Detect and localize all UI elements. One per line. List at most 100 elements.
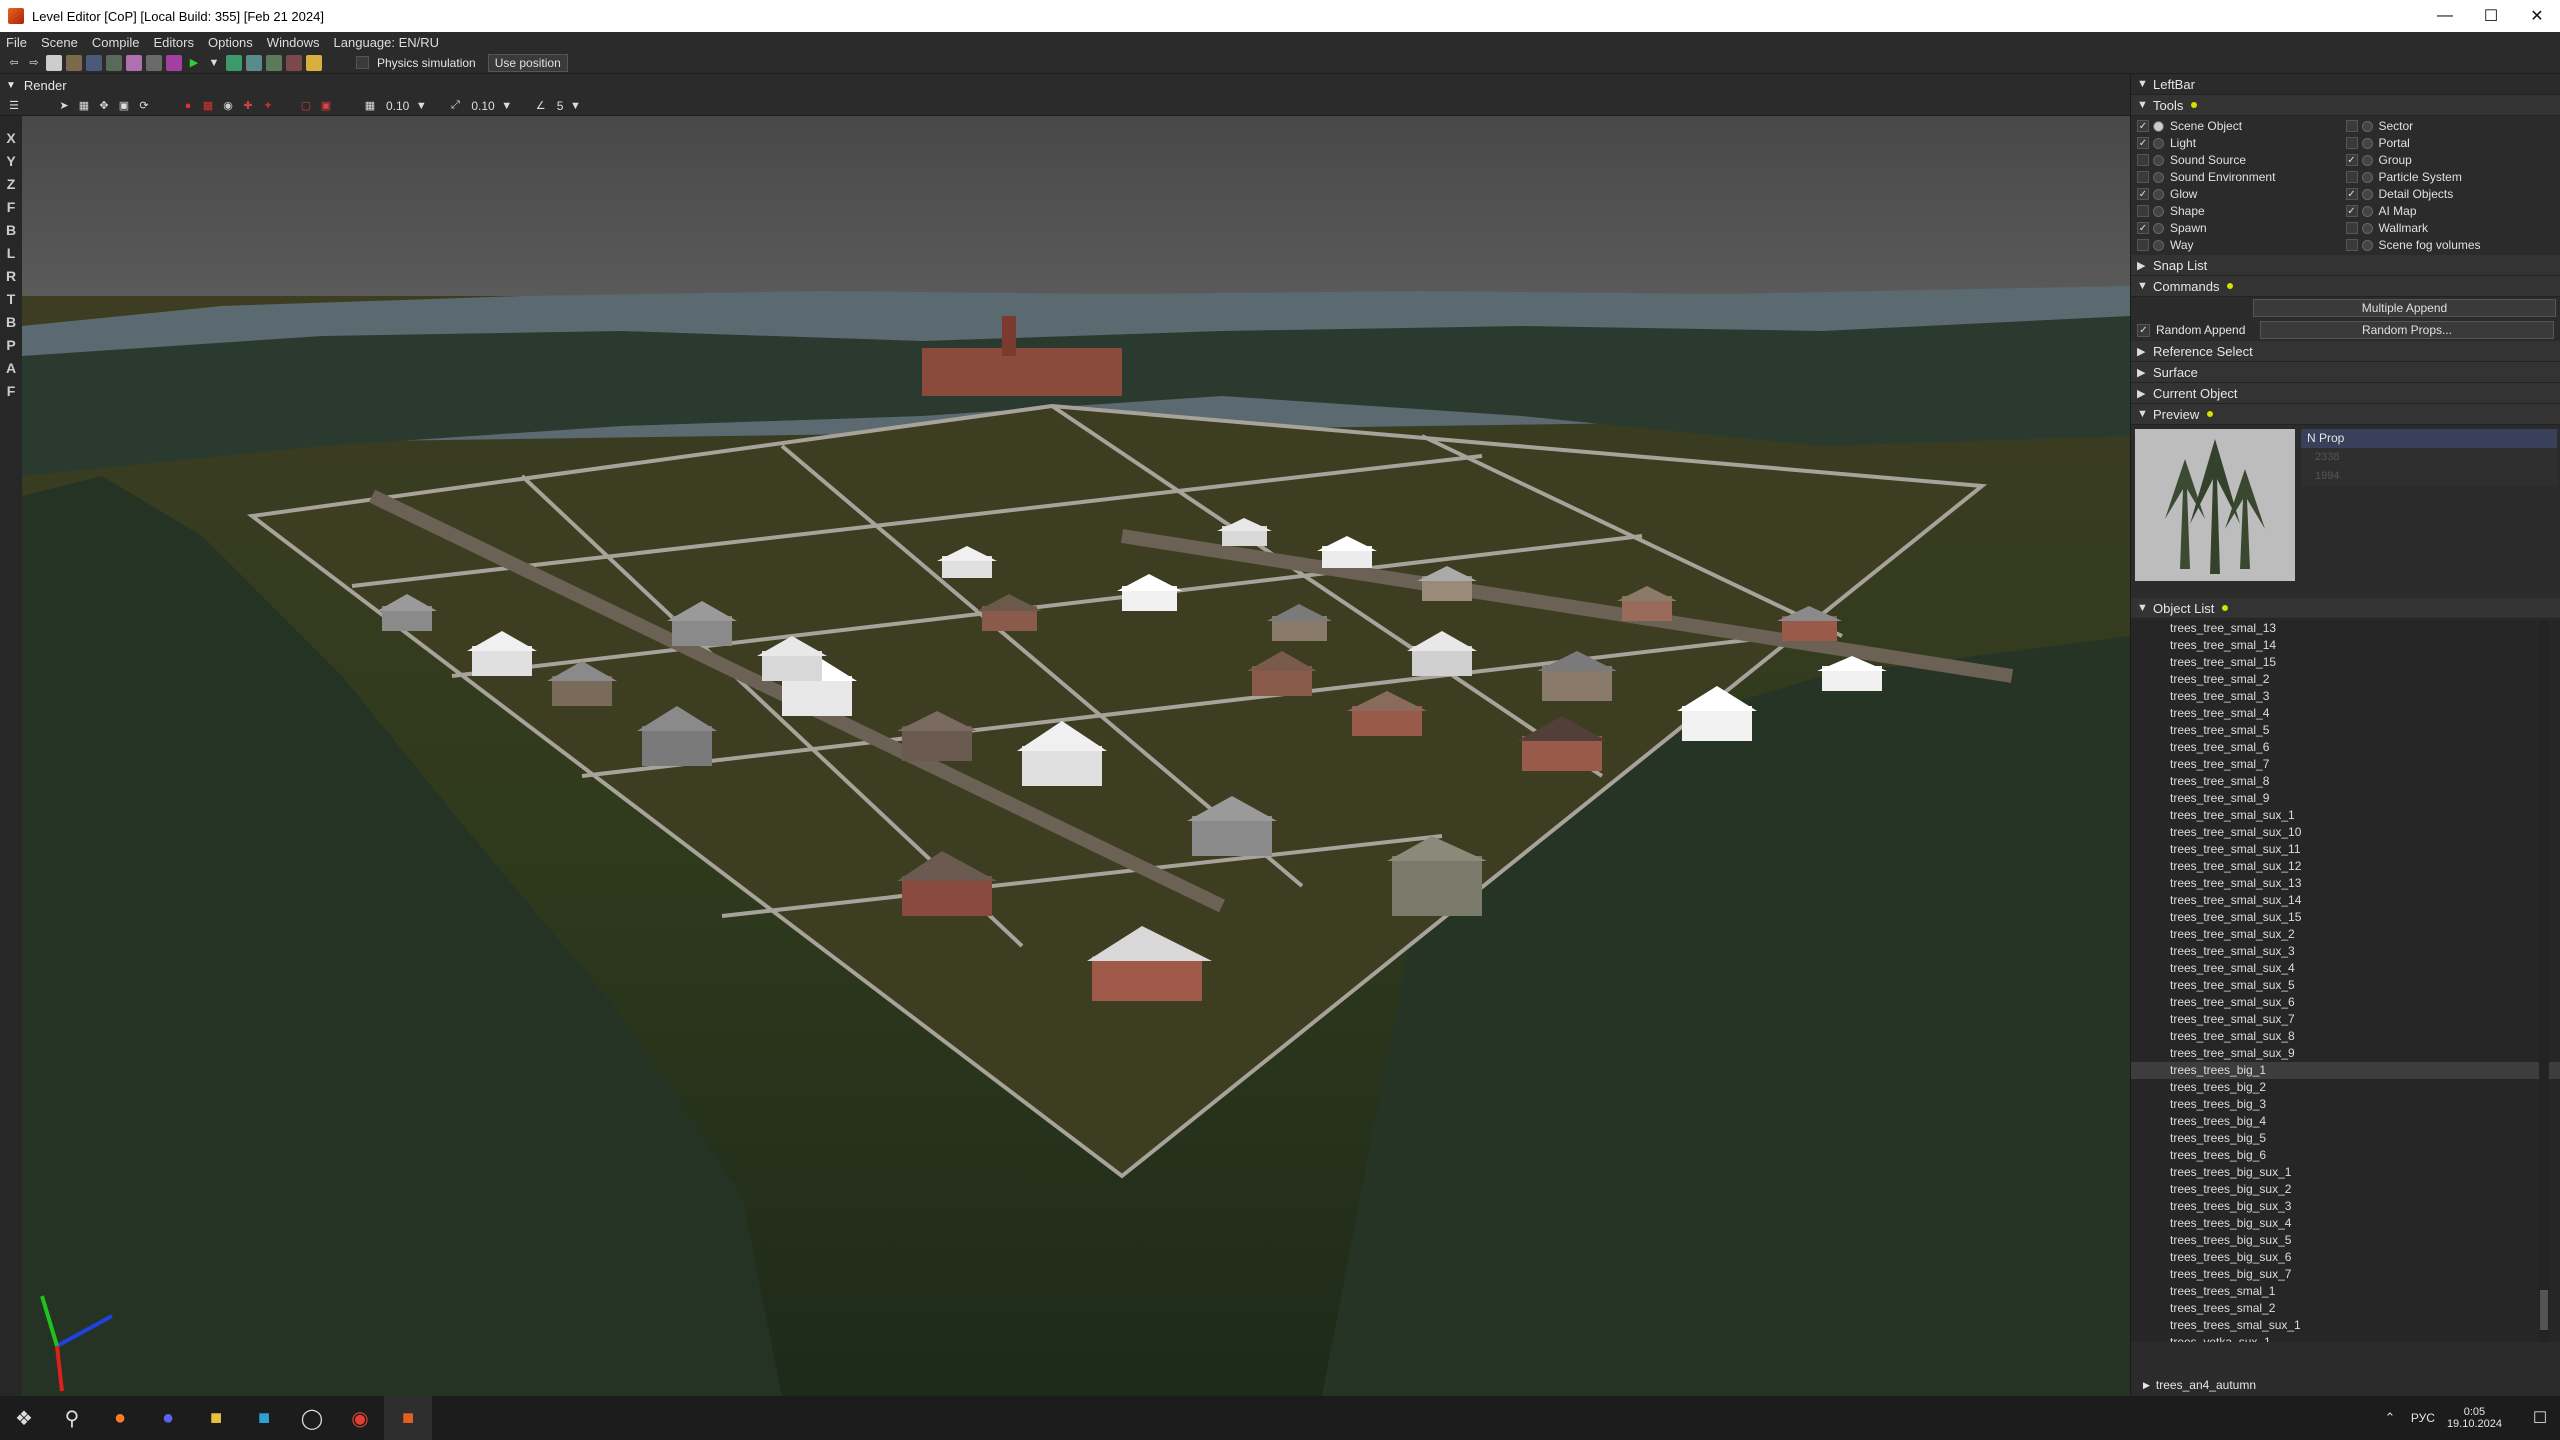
- tool-checkbox[interactable]: [2137, 205, 2149, 217]
- menu-scene[interactable]: Scene: [41, 35, 78, 50]
- object-list-item[interactable]: trees_tree_smal_sux_10: [2131, 824, 2560, 841]
- tool-checkbox[interactable]: ✓: [2345, 205, 2358, 217]
- object-list-item[interactable]: trees_tree_smal_5: [2131, 722, 2560, 739]
- tool-sound-source[interactable]: Sound Source: [2137, 152, 2346, 168]
- tool-scene-fog-volumes[interactable]: Scene fog volumes: [2345, 237, 2555, 253]
- object-list-item[interactable]: trees_trees_big_6: [2131, 1147, 2560, 1164]
- redo-icon[interactable]: ⇨: [26, 55, 42, 71]
- app-s-icon[interactable]: ■: [240, 1396, 288, 1440]
- object-list-item[interactable]: trees_tree_smal_sux_9: [2131, 1045, 2560, 1062]
- object-list-item[interactable]: trees_tree_smal_15: [2131, 654, 2560, 671]
- tool-checkbox[interactable]: [2137, 154, 2149, 166]
- physics-simulation-checkbox[interactable]: [356, 56, 369, 69]
- move-icon[interactable]: ✥: [96, 98, 112, 114]
- left-tool-top[interactable]: T: [7, 291, 16, 314]
- file-explorer-icon[interactable]: ■: [192, 1396, 240, 1440]
- object-list-item[interactable]: trees_trees_smal_2: [2131, 1300, 2560, 1317]
- left-tool-right[interactable]: R: [6, 268, 16, 291]
- tools-expand-icon[interactable]: ▼: [2137, 99, 2153, 111]
- menu-editors[interactable]: Editors: [154, 35, 194, 50]
- spawn-icon[interactable]: [266, 54, 282, 71]
- left-tool-f[interactable]: F: [7, 383, 16, 406]
- random-append-checkbox[interactable]: ✓: [2137, 323, 2150, 337]
- play-options-icon[interactable]: ▼: [206, 55, 222, 71]
- object-list-item[interactable]: trees_tree_smal_sux_13: [2131, 875, 2560, 892]
- run-icon[interactable]: [226, 54, 242, 71]
- object-list-item[interactable]: trees_tree_smal_8: [2131, 773, 2560, 790]
- snap-list-expand-icon[interactable]: ▶: [2137, 259, 2153, 272]
- object-list-item[interactable]: trees_tree_smal_2: [2131, 671, 2560, 688]
- object-list-item[interactable]: trees_tree_smal_sux_5: [2131, 977, 2560, 994]
- tool-ai-map[interactable]: ✓ AI Map: [2345, 203, 2555, 219]
- 3d-viewport[interactable]: [22, 116, 2130, 1396]
- obs-icon[interactable]: ◯: [288, 1396, 336, 1440]
- maximize-icon[interactable]: ☐: [2468, 0, 2514, 32]
- tool-group[interactable]: ✓ Group: [2345, 152, 2555, 168]
- preview-section-header[interactable]: ▼ Preview: [2131, 404, 2560, 425]
- build-icon[interactable]: [146, 54, 162, 71]
- object-list-item[interactable]: trees_tree_smal_sux_3: [2131, 943, 2560, 960]
- tool-radio[interactable]: [2153, 154, 2164, 166]
- object-list-item[interactable]: trees_trees_big_5: [2131, 1130, 2560, 1147]
- select-icon[interactable]: ➤: [56, 98, 72, 114]
- tool-radio[interactable]: [2153, 137, 2164, 149]
- angle-step-icon[interactable]: ∠: [533, 98, 549, 114]
- tool-checkbox[interactable]: [2345, 222, 2358, 234]
- object-list-item[interactable]: trees_tree_smal_13: [2131, 620, 2560, 637]
- object-list-item[interactable]: trees_tree_smal_sux_4: [2131, 960, 2560, 977]
- object-list-expand-icon[interactable]: ▼: [2137, 602, 2153, 614]
- scale-step-value[interactable]: 0.10: [471, 99, 494, 113]
- left-tool-front[interactable]: F: [7, 199, 16, 222]
- angle-step-dropdown-icon[interactable]: ▼: [567, 98, 583, 114]
- object-list-section-header[interactable]: ▼ Object List: [2131, 598, 2560, 619]
- tool-spawn[interactable]: ✓ Spawn: [2137, 220, 2346, 236]
- tool-sound-environment[interactable]: Sound Environment: [2137, 169, 2346, 185]
- current-object-section-header[interactable]: ▶ Current Object: [2131, 383, 2560, 404]
- new-file-icon[interactable]: [46, 54, 62, 71]
- use-position-button[interactable]: Use position: [487, 53, 568, 72]
- snap-grid-icon[interactable]: ▦: [200, 98, 216, 114]
- clock[interactable]: 0:05 19.10.2024: [2447, 1406, 2502, 1430]
- tool-radio[interactable]: [2361, 205, 2373, 217]
- preview-expand-icon[interactable]: ▼: [2137, 408, 2153, 420]
- menu-icon[interactable]: ☰: [6, 98, 22, 114]
- open-file-icon[interactable]: [66, 54, 82, 71]
- notification-icon[interactable]: ☐: [2520, 1396, 2560, 1440]
- tool-radio[interactable]: [2361, 171, 2373, 183]
- object-list-item[interactable]: trees_trees_big_2: [2131, 1079, 2560, 1096]
- object-list-item[interactable]: trees_trees_big_4: [2131, 1113, 2560, 1130]
- tool-checkbox[interactable]: ✓: [2137, 137, 2149, 149]
- reference-select-section-header[interactable]: ▶ Reference Select: [2131, 341, 2560, 362]
- tool-checkbox[interactable]: ✓: [2345, 154, 2358, 166]
- left-tool-bottom[interactable]: B: [6, 314, 16, 337]
- menu-language[interactable]: Language: EN/RU: [334, 35, 440, 50]
- object-list-item[interactable]: trees_trees_smal_1: [2131, 1283, 2560, 1300]
- object-list-item[interactable]: trees_tree_smal_4: [2131, 705, 2560, 722]
- tool-shape[interactable]: Shape: [2137, 203, 2346, 219]
- tool-scene-object[interactable]: ✓ Scene Object: [2137, 118, 2346, 134]
- tool-radio[interactable]: [2153, 120, 2164, 132]
- tool-light[interactable]: ✓ Light: [2137, 135, 2346, 151]
- object-list-item[interactable]: trees_trees_big_1: [2131, 1062, 2560, 1079]
- grid-step-icon[interactable]: ▦: [362, 98, 378, 114]
- reference-select-expand-icon[interactable]: ▶: [2137, 345, 2153, 358]
- tool-radio[interactable]: [2361, 120, 2373, 132]
- tool-checkbox[interactable]: [2345, 137, 2358, 149]
- tool-checkbox[interactable]: ✓: [2137, 222, 2149, 234]
- palette-icon[interactable]: [126, 54, 142, 71]
- object-list-item[interactable]: trees_tree_smal_7: [2131, 756, 2560, 773]
- object-list-item[interactable]: trees_tree_smal_9: [2131, 790, 2560, 807]
- object-list-item[interactable]: trees_tree_smal_sux_8: [2131, 1028, 2560, 1045]
- tool-detail-objects[interactable]: ✓ Detail Objects: [2345, 186, 2555, 202]
- tool-checkbox[interactable]: [2137, 171, 2149, 183]
- tool-sector[interactable]: Sector: [2345, 118, 2555, 134]
- save-as-icon[interactable]: [106, 54, 122, 71]
- tool-radio[interactable]: [2153, 188, 2164, 200]
- object-list[interactable]: trees_tree_smal_13 trees_tree_smal_14 tree…: [2131, 620, 2560, 1342]
- object-list-item[interactable]: trees_tree_smal_sux_1: [2131, 807, 2560, 824]
- tool-checkbox[interactable]: ✓: [2137, 188, 2149, 200]
- tool-radio[interactable]: [2361, 222, 2373, 234]
- object-list-item[interactable]: trees_trees_big_sux_2: [2131, 1181, 2560, 1198]
- search-icon[interactable]: ⚲: [48, 1396, 96, 1440]
- menu-file[interactable]: File: [6, 35, 27, 50]
